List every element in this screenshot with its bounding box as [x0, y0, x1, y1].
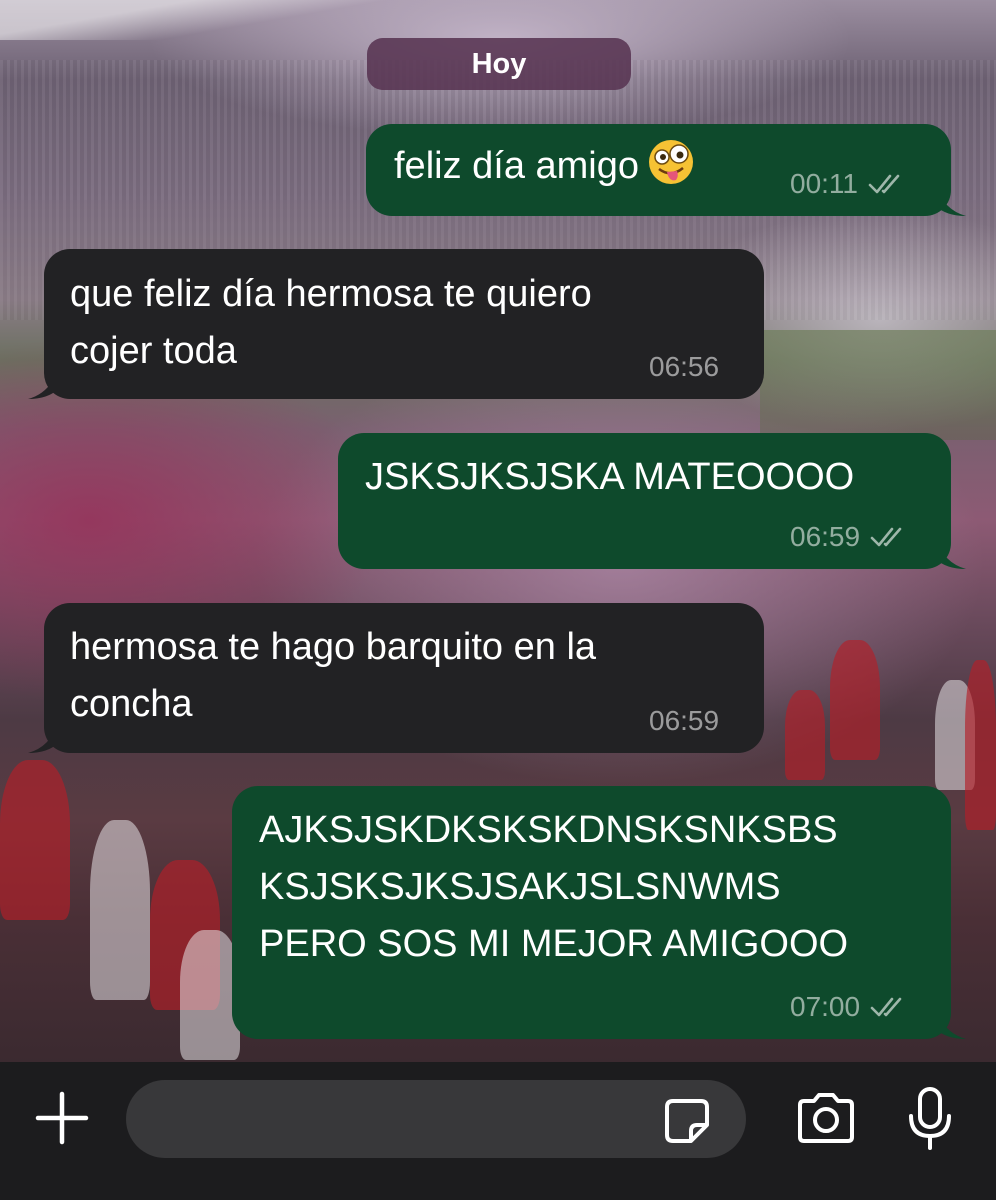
message-meta: 06:56 [649, 352, 719, 382]
message-text: que feliz día hermosa te quiero cojer to… [70, 266, 592, 380]
crowd-figure [785, 690, 825, 780]
message-time: 07:00 [790, 991, 861, 1022]
message-meta: 06:59 [649, 706, 719, 736]
chat-screen: Hoy feliz día amigo 00:11 que feliz día … [0, 0, 996, 1200]
message-text: hermosa te hago barquito en la concha [70, 619, 596, 733]
stadium-roof-lights [0, 0, 420, 40]
double-check-icon [868, 174, 900, 194]
message-text: feliz día amigo [394, 138, 695, 195]
message-line: concha [70, 683, 193, 725]
bubble-tail [936, 1009, 966, 1039]
crowd-figure [965, 660, 996, 830]
crowd-figure [0, 760, 70, 920]
message-input[interactable] [126, 1080, 746, 1158]
message-line: cojer toda [70, 330, 237, 372]
message-text: JSKSJKSJSKA MATEOOOO [365, 449, 854, 506]
zany-face-emoji-icon [649, 140, 694, 184]
message-bubble-outgoing[interactable]: JSKSJKSJSKA MATEOOOO 06:59 [338, 433, 966, 569]
plus-icon[interactable] [30, 1086, 94, 1150]
crowd-figure [830, 640, 880, 760]
sticker-icon[interactable] [660, 1094, 714, 1148]
message-time: 06:59 [649, 705, 720, 736]
message-time: 06:56 [649, 351, 720, 382]
bubble-tail [936, 539, 966, 569]
bubble-tail [936, 186, 966, 216]
message-line: PERO SOS MI MEJOR AMIGOOO [259, 923, 849, 965]
message-line: feliz día amigo [394, 145, 640, 187]
date-chip: Hoy [367, 38, 631, 90]
message-meta: 00:11 [790, 169, 908, 199]
crowd-figure [90, 820, 150, 1000]
double-check-icon [870, 527, 902, 547]
message-time: 06:59 [790, 521, 861, 552]
message-bubble-outgoing[interactable]: feliz día amigo 00:11 [366, 124, 966, 216]
bubble-tail [28, 369, 58, 399]
message-text: AJKSJSKDKSKSKDNSKSNKSBS KSJSKSJKSJSAKJSL… [259, 802, 848, 973]
message-meta: 06:59 [790, 522, 910, 552]
message-line: AJKSJSKDKSKSKDNSKSNKSBS [259, 809, 838, 851]
message-line: KSJSKSJKSJSAKJSLSNWMS [259, 866, 781, 908]
message-composer [0, 1062, 996, 1200]
camera-icon[interactable] [792, 1088, 860, 1148]
message-line: que feliz día hermosa te quiero [70, 273, 592, 315]
bubble-tail [28, 723, 58, 753]
microphone-icon[interactable] [902, 1084, 958, 1154]
message-line: hermosa te hago barquito en la [70, 626, 597, 668]
double-check-icon [870, 997, 902, 1017]
message-meta: 07:00 [790, 992, 910, 1022]
message-bubble-outgoing[interactable]: AJKSJSKDKSKSKDNSKSNKSBS KSJSKSJKSJSAKJSL… [232, 786, 966, 1039]
message-time: 00:11 [790, 168, 858, 199]
message-bubble-incoming[interactable]: que feliz día hermosa te quiero cojer to… [28, 249, 764, 399]
message-bubble-incoming[interactable]: hermosa te hago barquito en la concha 06… [28, 603, 764, 753]
message-line: JSKSJKSJSKA MATEOOOO [365, 456, 855, 498]
crowd-figure [180, 930, 240, 1060]
stadium-pitch [760, 330, 996, 440]
